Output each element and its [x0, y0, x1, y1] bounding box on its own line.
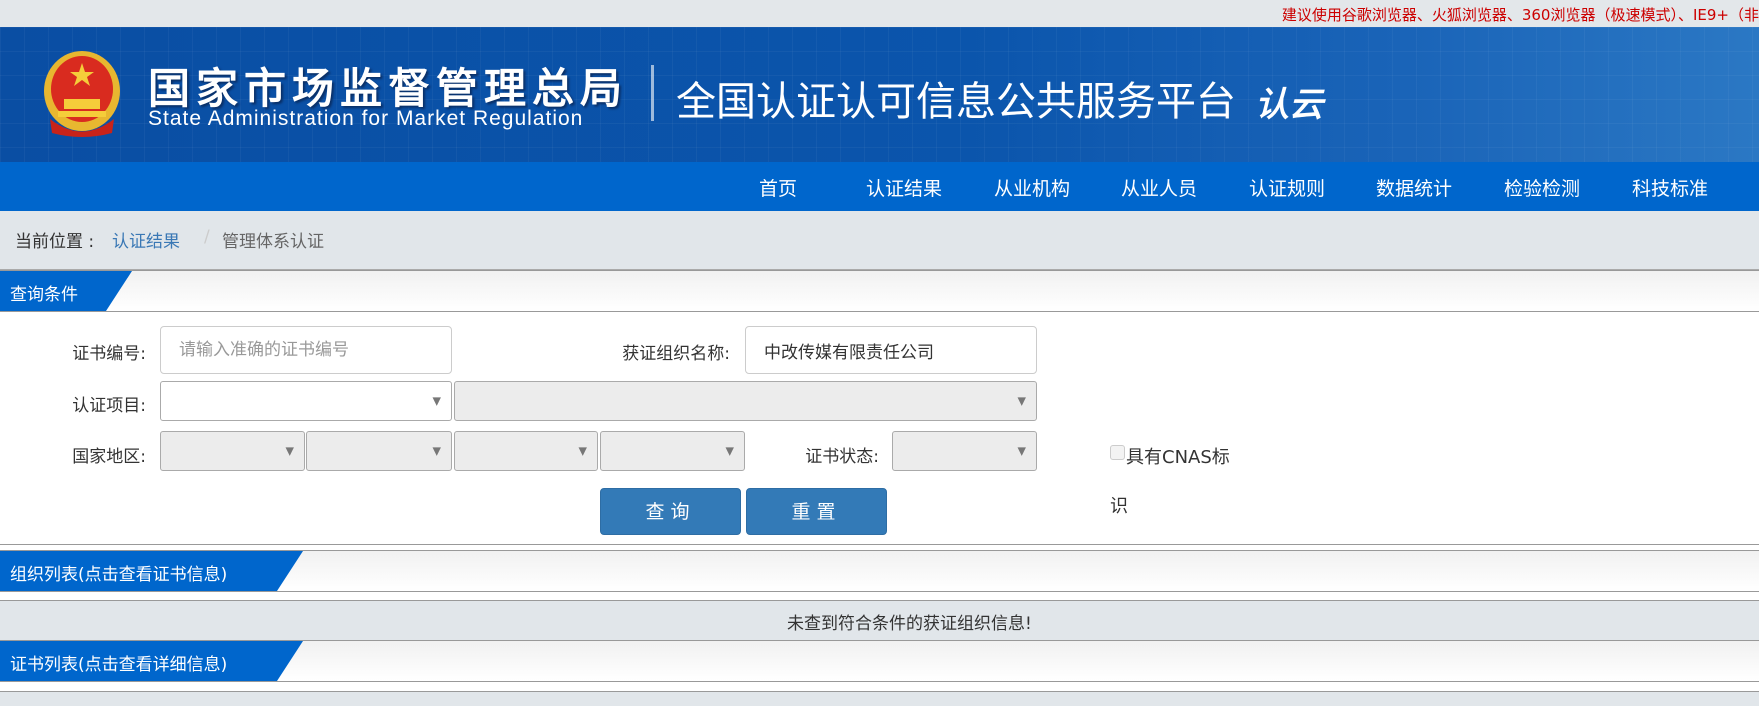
national-emblem-icon: [44, 51, 120, 137]
browser-tip: 建议使用谷歌浏览器、火狐浏览器、360浏览器（极速模式）、IE9+（非: [1281, 6, 1759, 24]
region-select-2[interactable]: ▼: [306, 431, 452, 471]
section-title: 查询条件: [10, 285, 78, 305]
nav-rules[interactable]: 认证规则: [1249, 174, 1325, 201]
header-divider: [651, 65, 654, 121]
org-list-empty: 未查到符合条件的获证组织信息!: [0, 600, 1759, 640]
top-notice-bar: 建议使用谷歌浏览器、火狐浏览器、360浏览器（极速模式）、IE9+（非: [0, 0, 1759, 27]
dropdown-arrow-icon: ▼: [432, 394, 441, 408]
dropdown-arrow-icon: ▼: [1017, 444, 1026, 458]
breadcrumb-link[interactable]: 认证结果: [112, 227, 180, 252]
region-select-4[interactable]: ▼: [600, 431, 745, 471]
divider: [0, 544, 1759, 545]
status-label: 证书状态:: [805, 447, 879, 467]
nav-personnel[interactable]: 从业人员: [1121, 174, 1197, 201]
nav-home[interactable]: 首页: [759, 174, 797, 201]
nav-institutions[interactable]: 从业机构: [994, 174, 1070, 201]
nav-inspection[interactable]: 检验检测: [1504, 174, 1580, 201]
org-name-en: State Administration for Market Regulati…: [148, 107, 584, 130]
dropdown-arrow-icon: ▼: [578, 444, 587, 458]
dropdown-arrow-icon: ▼: [1017, 394, 1026, 408]
status-select[interactable]: ▼: [892, 431, 1037, 471]
header-banner: 国家市场监督管理总局 State Administration for Mark…: [0, 27, 1759, 162]
section-title: 证书列表(点击查看详细信息): [10, 655, 228, 675]
platform-title: 全国认证认可信息公共服务平台: [676, 79, 1236, 125]
renyun-logo: 认云: [1255, 85, 1323, 125]
region-label: 国家地区:: [72, 447, 146, 467]
nav-statistics[interactable]: 数据统计: [1376, 174, 1452, 201]
bottom-area: [0, 691, 1759, 706]
org-name-label: 获证组织名称:: [622, 344, 730, 364]
dropdown-arrow-icon: ▼: [285, 444, 294, 458]
section-tab: 证书列表(点击查看详细信息): [0, 641, 303, 681]
section-tab: 查询条件: [0, 271, 132, 311]
main-nav: 首页 认证结果 从业机构 从业人员 认证规则 数据统计 检验检测 科技标准 五: [0, 162, 1759, 211]
cert-list-header: 证书列表(点击查看详细信息): [0, 640, 1759, 682]
breadcrumb: 当前位置 : 认证结果 / 管理体系认证: [0, 211, 1759, 270]
breadcrumb-current: 管理体系认证: [222, 232, 324, 252]
breadcrumb-prefix: 当前位置 :: [15, 232, 95, 252]
org-list-header: 组织列表(点击查看证书信息): [0, 550, 1759, 592]
reset-button[interactable]: 重置: [746, 488, 887, 535]
dropdown-arrow-icon: ▼: [432, 444, 441, 458]
project-sub-select[interactable]: ▼: [454, 381, 1037, 421]
query-section-header: 查询条件: [0, 270, 1759, 312]
cert-no-label: 证书编号:: [72, 344, 146, 364]
cert-no-input[interactable]: [160, 326, 452, 374]
search-button[interactable]: 查询: [600, 488, 741, 535]
breadcrumb-separator: /: [204, 227, 210, 247]
cnas-label: 具有CNAS标: [1126, 447, 1230, 468]
empty-message: 未查到符合条件的获证组织信息!: [787, 614, 1032, 634]
cnas-label-wrap: 识: [1110, 496, 1128, 517]
nav-cert-results[interactable]: 认证结果: [866, 174, 942, 201]
nav-standards[interactable]: 科技标准: [1632, 174, 1708, 201]
region-select-3[interactable]: ▼: [454, 431, 598, 471]
org-name-input[interactable]: [745, 326, 1037, 374]
project-select[interactable]: ▼: [160, 381, 452, 421]
dropdown-arrow-icon: ▼: [725, 444, 734, 458]
section-title: 组织列表(点击查看证书信息): [10, 565, 228, 585]
region-select-1[interactable]: ▼: [160, 431, 305, 471]
cnas-checkbox[interactable]: [1110, 445, 1125, 460]
project-label: 认证项目:: [72, 396, 146, 416]
section-tab: 组织列表(点击查看证书信息): [0, 551, 303, 591]
